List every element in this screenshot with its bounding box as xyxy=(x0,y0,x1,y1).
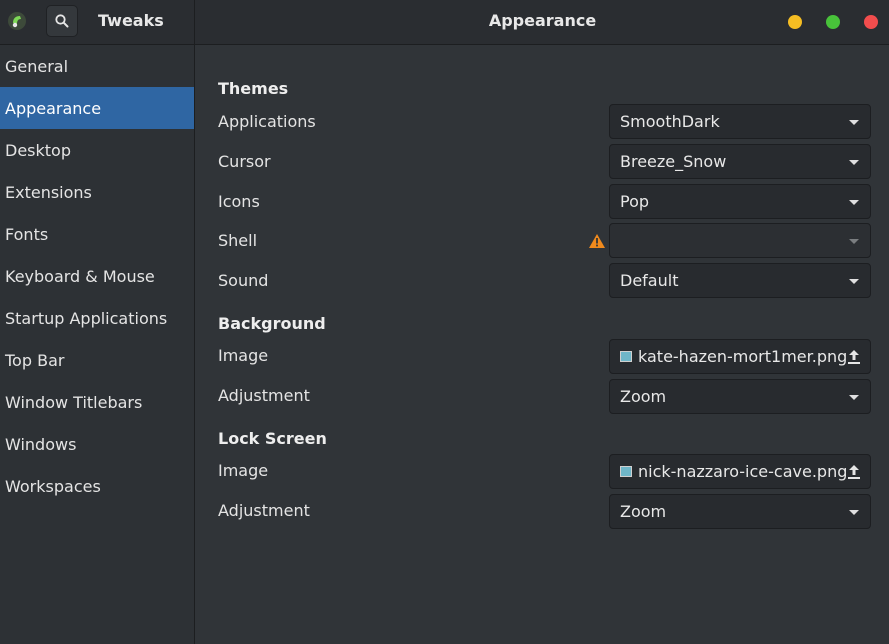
background-adjustment-label: Adjustment xyxy=(218,386,310,405)
applications-value: SmoothDark xyxy=(620,112,720,131)
chevron-down-icon xyxy=(849,395,859,400)
sidebar-item-label: Windows xyxy=(5,434,77,454)
background-adjustment-dropdown[interactable]: Zoom xyxy=(609,379,871,414)
header-sidebar-section: Tweaks xyxy=(0,0,195,45)
sidebar-item-keyboard-mouse[interactable]: Keyboard & Mouse xyxy=(0,255,194,297)
lock-screen-image-label: Image xyxy=(218,461,269,480)
sidebar-item-label: Keyboard & Mouse xyxy=(5,266,155,286)
sidebar-item-window-titlebars[interactable]: Window Titlebars xyxy=(0,381,194,423)
upload-icon xyxy=(848,350,860,364)
tweaks-app-icon xyxy=(8,12,26,30)
sidebar-item-appearance[interactable]: Appearance xyxy=(0,87,194,129)
chevron-down-icon xyxy=(849,160,859,165)
sidebar-item-label: Fonts xyxy=(5,224,49,244)
background-adjustment-value: Zoom xyxy=(620,387,667,406)
sidebar-item-label: Extensions xyxy=(5,182,92,202)
lock-screen-image-chooser[interactable]: nick-nazzaro-ice-cave.png xyxy=(609,454,871,489)
minimize-button[interactable] xyxy=(788,15,802,29)
sound-value: Default xyxy=(620,271,679,290)
sidebar: General Appearance Desktop Extensions Fo… xyxy=(0,45,195,644)
sound-label: Sound xyxy=(218,271,269,290)
icons-label: Icons xyxy=(218,192,260,211)
close-button[interactable] xyxy=(864,15,878,29)
upload-icon xyxy=(848,465,860,479)
search-icon xyxy=(55,14,69,28)
sidebar-item-top-bar[interactable]: Top Bar xyxy=(0,339,194,381)
sidebar-item-general[interactable]: General xyxy=(0,45,194,87)
sidebar-item-label: General xyxy=(5,56,69,76)
image-file-icon xyxy=(620,351,632,362)
warning-icon xyxy=(589,234,605,248)
section-title-lock-screen: Lock Screen xyxy=(218,429,327,448)
section-title-themes: Themes xyxy=(218,79,289,98)
cursor-value: Breeze_Snow xyxy=(620,152,727,171)
icons-dropdown[interactable]: Pop xyxy=(609,184,871,219)
appearance-panel: Themes Applications SmoothDark Cursor Br… xyxy=(196,46,889,644)
sidebar-item-label: Top Bar xyxy=(5,350,65,370)
background-image-chooser[interactable]: kate-hazen-mort1mer.png xyxy=(609,339,871,374)
sound-dropdown[interactable]: Default xyxy=(609,263,871,298)
sidebar-item-workspaces[interactable]: Workspaces xyxy=(0,465,194,507)
icons-value: Pop xyxy=(620,192,650,211)
shell-dropdown[interactable] xyxy=(609,223,871,258)
chevron-down-icon xyxy=(849,120,859,125)
lock-screen-adjustment-value: Zoom xyxy=(620,502,667,521)
background-image-label: Image xyxy=(218,346,269,365)
sidebar-item-extensions[interactable]: Extensions xyxy=(0,171,194,213)
header-bar: Tweaks Appearance xyxy=(0,0,889,45)
chevron-down-icon xyxy=(849,510,859,515)
background-image-value: kate-hazen-mort1mer.png xyxy=(638,347,848,366)
sidebar-item-label: Window Titlebars xyxy=(5,392,143,412)
maximize-button[interactable] xyxy=(826,15,840,29)
sidebar-item-desktop[interactable]: Desktop xyxy=(0,129,194,171)
search-button[interactable] xyxy=(46,5,78,37)
sidebar-item-label: Desktop xyxy=(5,140,71,160)
sidebar-item-startup-applications[interactable]: Startup Applications xyxy=(0,297,194,339)
lock-screen-adjustment-label: Adjustment xyxy=(218,501,310,520)
sidebar-item-label: Appearance xyxy=(5,98,102,118)
chevron-down-icon xyxy=(849,279,859,284)
sidebar-item-fonts[interactable]: Fonts xyxy=(0,213,194,255)
cursor-label: Cursor xyxy=(218,152,271,171)
sidebar-item-label: Startup Applications xyxy=(5,308,168,328)
lock-screen-image-value: nick-nazzaro-ice-cave.png xyxy=(638,462,848,481)
cursor-dropdown[interactable]: Breeze_Snow xyxy=(609,144,871,179)
section-title-background: Background xyxy=(218,314,326,333)
window-title: Appearance xyxy=(488,11,597,30)
app-title: Tweaks xyxy=(98,11,164,30)
sidebar-item-windows[interactable]: Windows xyxy=(0,423,194,465)
chevron-down-icon xyxy=(849,200,859,205)
chevron-down-icon xyxy=(849,239,859,244)
lock-screen-adjustment-dropdown[interactable]: Zoom xyxy=(609,494,871,529)
shell-label: Shell xyxy=(218,231,258,250)
image-file-icon xyxy=(620,466,632,477)
applications-label: Applications xyxy=(218,112,316,131)
tweaks-window: Tweaks Appearance General Appearance Des… xyxy=(0,0,889,644)
sidebar-item-label: Workspaces xyxy=(5,476,101,496)
applications-dropdown[interactable]: SmoothDark xyxy=(609,104,871,139)
